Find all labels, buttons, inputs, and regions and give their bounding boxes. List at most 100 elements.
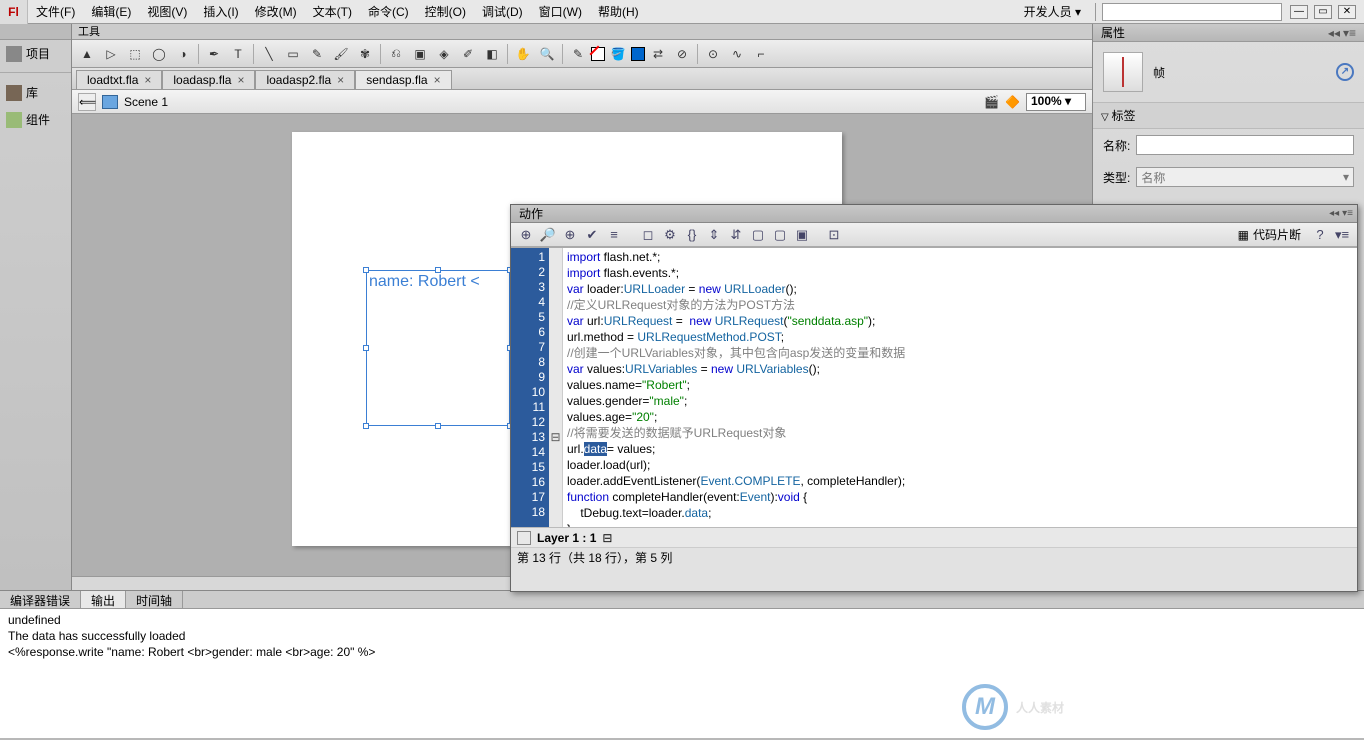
close-icon[interactable]: × (434, 73, 441, 87)
script-assist-icon[interactable]: ⊡ (825, 226, 843, 244)
code-editor[interactable]: import flash.net.*; import flash.events.… (563, 248, 1357, 527)
window-minimize[interactable]: — (1290, 5, 1308, 19)
sidebar-item-library[interactable]: 库 (0, 79, 71, 106)
brush-tool[interactable]: 🖌 (330, 43, 352, 65)
show-hint-icon[interactable]: ◻ (639, 226, 657, 244)
menu-window[interactable]: 窗口(W) (531, 0, 590, 24)
ink-bottle-tool[interactable]: ◈ (433, 43, 455, 65)
resize-handle[interactable] (363, 345, 369, 351)
straighten-tool[interactable]: ⌐ (750, 43, 772, 65)
text-tool[interactable]: T (227, 43, 249, 65)
help-icon[interactable]: ? (1311, 226, 1329, 244)
stroke-swatch[interactable] (591, 47, 605, 61)
collapse-icon[interactable]: ◂◂ (1328, 24, 1340, 41)
sidebar-item-project[interactable]: 项目 (0, 40, 71, 67)
fill-color[interactable]: 🪣 (607, 43, 629, 65)
edit-symbol-icon[interactable]: 🔶 (1005, 95, 1020, 109)
search-input[interactable] (1102, 3, 1282, 21)
resize-handle[interactable] (363, 423, 369, 429)
menu-help[interactable]: 帮助(H) (590, 0, 647, 24)
section-label[interactable]: 标签 (1093, 102, 1364, 129)
options-menu-icon[interactable]: ▾≡ (1333, 226, 1351, 244)
menu-view[interactable]: 视图(V) (139, 0, 195, 24)
window-close[interactable]: ✕ (1338, 5, 1356, 19)
resize-handle[interactable] (435, 267, 441, 273)
eyedropper-tool[interactable]: ✐ (457, 43, 479, 65)
collapse-braces-icon[interactable]: {} (683, 226, 701, 244)
hand-tool[interactable]: ✋ (512, 43, 534, 65)
resize-handle[interactable] (363, 267, 369, 273)
code-status: 第 13 行（共 18 行），第 5 列 (511, 547, 1357, 567)
fold-column[interactable]: ⊟ (549, 248, 563, 527)
free-transform-tool[interactable]: ⬚ (124, 43, 146, 65)
rectangle-tool[interactable]: ▭ (282, 43, 304, 65)
no-color[interactable]: ⊘ (671, 43, 693, 65)
snap-tool[interactable]: ⊙ (702, 43, 724, 65)
menu-edit[interactable]: 编辑(E) (83, 0, 139, 24)
pen-tool[interactable]: ✒ (203, 43, 225, 65)
zoom-select[interactable]: 100% ▾ (1026, 93, 1086, 111)
info-button[interactable]: ↗ (1336, 63, 1354, 81)
subselection-tool[interactable]: ▷ (100, 43, 122, 65)
fill-swatch[interactable] (631, 47, 645, 61)
unpin-icon[interactable]: ⊟ (602, 531, 612, 545)
smooth-tool[interactable]: ∿ (726, 43, 748, 65)
selection-tool[interactable]: ▲ (76, 43, 98, 65)
target-icon[interactable]: ⊕ (561, 226, 579, 244)
collapse-sel-icon[interactable]: ⇕ (705, 226, 723, 244)
edit-scene-icon[interactable]: 🎬 (984, 95, 999, 109)
doc-tab-sendasp[interactable]: sendasp.fla× (355, 70, 451, 89)
expand-all-icon[interactable]: ⇵ (727, 226, 745, 244)
window-restore[interactable]: ▭ (1314, 5, 1332, 19)
bottom-tabs: 编译器错误 输出 时间轴 (0, 590, 1364, 608)
menu-command[interactable]: 命令(C) (360, 0, 417, 24)
bone-tool[interactable]: ⎌ (385, 43, 407, 65)
type-select[interactable]: 名称▾ (1136, 167, 1354, 187)
check-syntax-icon[interactable]: ✔ (583, 226, 601, 244)
menu-developer[interactable]: 开发人员 ▾ (1016, 0, 1089, 24)
close-icon[interactable]: × (337, 73, 344, 87)
3d-rotate-tool[interactable]: ◑ (172, 43, 194, 65)
menu-control[interactable]: 控制(O) (417, 0, 474, 24)
debug-icon[interactable]: ⚙ (661, 226, 679, 244)
doc-tab-loadtxt[interactable]: loadtxt.fla× (76, 70, 162, 89)
text-field[interactable]: name: Robert < (366, 270, 510, 426)
add-script-icon[interactable]: ⊕ (517, 226, 535, 244)
collapse-icon[interactable]: ◂◂ (1329, 205, 1339, 222)
nav-back[interactable]: ⟸ (78, 93, 96, 111)
menu-text[interactable]: 文本(T) (305, 0, 360, 24)
doc-tab-loadasp2[interactable]: loadasp2.fla× (255, 70, 355, 89)
menu-debug[interactable]: 调试(D) (474, 0, 531, 24)
swap-colors[interactable]: ⇄ (647, 43, 669, 65)
menu-bar: Fl 文件(F) 编辑(E) 视图(V) 插入(I) 修改(M) 文本(T) 命… (0, 0, 1364, 24)
paint-bucket-tool[interactable]: ▣ (409, 43, 431, 65)
code-snippets-button[interactable]: ▦代码片断 (1232, 226, 1307, 243)
menu-icon[interactable]: ▾≡ (1342, 205, 1353, 222)
pencil-tool[interactable]: ✎ (306, 43, 328, 65)
tab-output[interactable]: 输出 (81, 591, 126, 608)
eraser-tool[interactable]: ◧ (481, 43, 503, 65)
resize-handle[interactable] (435, 423, 441, 429)
zoom-tool[interactable]: 🔍 (536, 43, 558, 65)
line-tool[interactable]: ╲ (258, 43, 280, 65)
find-icon[interactable]: 🔎 (539, 226, 557, 244)
menu-icon[interactable]: ▾≡ (1343, 24, 1356, 41)
lasso-tool[interactable]: ◯ (148, 43, 170, 65)
menu-modify[interactable]: 修改(M) (247, 0, 305, 24)
doc-tab-loadasp[interactable]: loadasp.fla× (162, 70, 255, 89)
name-input[interactable] (1136, 135, 1354, 155)
deco-tool[interactable]: ✾ (354, 43, 376, 65)
stroke-color[interactable]: ✎ (567, 43, 589, 65)
close-icon[interactable]: × (144, 73, 151, 87)
close-icon[interactable]: × (237, 73, 244, 87)
uncomment-icon[interactable]: ▢ (771, 226, 789, 244)
pin-icon[interactable]: ▣ (793, 226, 811, 244)
auto-format-icon[interactable]: ≡ (605, 226, 623, 244)
comment-icon[interactable]: ▢ (749, 226, 767, 244)
menu-file[interactable]: 文件(F) (28, 0, 83, 24)
pin-script-icon[interactable] (517, 531, 531, 545)
tab-compiler-errors[interactable]: 编译器错误 (0, 591, 81, 608)
sidebar-item-components[interactable]: 组件 (0, 106, 71, 133)
menu-insert[interactable]: 插入(I) (195, 0, 246, 24)
tab-timeline[interactable]: 时间轴 (126, 591, 183, 608)
